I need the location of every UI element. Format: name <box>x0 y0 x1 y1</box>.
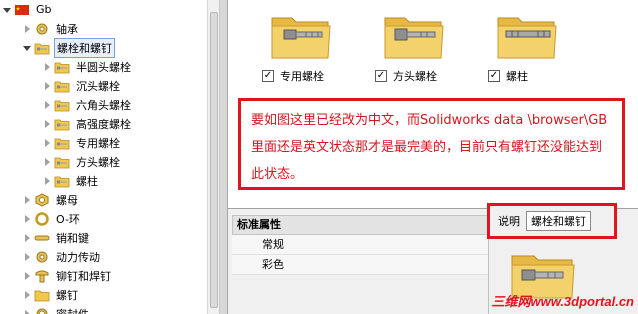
chevron-right-icon[interactable] <box>22 24 32 34</box>
tree-item[interactable]: 铆钉和焊钉 <box>22 266 113 285</box>
folder-bolt-icon <box>54 176 70 187</box>
chevron-right-icon[interactable] <box>42 157 52 167</box>
chevron-right-icon[interactable] <box>22 309 32 314</box>
tree-scrollbar[interactable] <box>207 0 220 314</box>
chevron-down-icon[interactable] <box>2 5 12 15</box>
china-flag-icon <box>15 4 29 15</box>
scrollbar-thumb[interactable] <box>210 12 218 308</box>
library-tree: Gb 轴承 螺栓和螺钉半圆头螺栓沉头螺栓六角头螺栓高强度螺栓专用螺栓方头螺栓螺柱螺… <box>0 0 207 314</box>
folder-bolt-icon <box>271 17 331 59</box>
folder-bolt-icon <box>54 157 70 168</box>
tree-item[interactable]: 螺柱 <box>42 171 100 190</box>
property-label: 彩色 <box>262 258 284 271</box>
tree-item[interactable]: 动力传动 <box>22 247 102 266</box>
tree-item[interactable]: 销和键 <box>22 228 91 247</box>
tree-item[interactable]: 螺钉 <box>22 285 80 304</box>
tile-label: 方头螺栓 <box>393 70 437 83</box>
watermark: 三维网www.3dportal.cn <box>491 294 634 309</box>
chevron-right-icon[interactable] <box>22 214 32 224</box>
tree-item[interactable]: 半圆头螺栓 <box>42 57 133 76</box>
property-row-color[interactable]: 彩色 <box>232 255 488 275</box>
tree-item-label: 专用螺栓 <box>76 136 120 150</box>
tree-root-gb[interactable]: Gb <box>2 0 54 19</box>
folder-bolt-icon <box>384 17 444 59</box>
pin-icon <box>34 235 50 240</box>
tree-item[interactable]: 六角头螺栓 <box>42 95 133 114</box>
properties-header: 标准属性 <box>232 215 488 235</box>
tree-item[interactable]: 方头螺栓 <box>42 152 122 171</box>
seal-icon <box>36 308 48 314</box>
property-label: 常规 <box>262 238 284 251</box>
tree-item-label: 轴承 <box>56 22 78 36</box>
chevron-right-icon[interactable] <box>42 62 52 72</box>
checkmark-icon[interactable]: ✓ <box>488 70 500 82</box>
chevron-right-icon[interactable] <box>42 138 52 148</box>
description-highlight: 说明 螺栓和螺钉 <box>487 203 617 239</box>
tree-item[interactable]: O-环 <box>22 209 82 228</box>
description-value: 螺栓和螺钉 <box>526 211 591 231</box>
description-label: 说明 <box>498 215 520 228</box>
tree-item-label: O-环 <box>56 212 80 226</box>
checkmark-icon[interactable]: ✓ <box>375 70 387 82</box>
tree-item-label: 螺钉 <box>56 288 78 302</box>
tree-item[interactable]: 轴承 <box>22 19 80 38</box>
tile-checkbox[interactable]: ✓ 方头螺栓 <box>375 68 437 84</box>
checkmark-icon[interactable]: ✓ <box>262 70 274 82</box>
folder-bolt-icon <box>54 138 70 149</box>
annotation-note: 要如图这里已经改为中文，而Solidworks data \browser\GB… <box>238 98 625 190</box>
tree-item-label: 方头螺栓 <box>76 155 120 169</box>
tree-item-label: 螺栓和螺钉 <box>54 37 115 58</box>
tree-item[interactable]: 密封件 <box>22 304 91 314</box>
folder-bolt-icon <box>54 81 70 92</box>
chevron-right-icon[interactable] <box>42 176 52 186</box>
property-row-general[interactable]: 常规 <box>232 235 488 255</box>
tree-item-label: 六角头螺栓 <box>76 98 131 112</box>
tree-root-label: Gb <box>36 3 52 16</box>
chevron-down-icon[interactable] <box>22 43 32 53</box>
chevron-right-icon[interactable] <box>22 271 32 281</box>
folder-bolt-icon <box>34 43 50 54</box>
tile-checkbox[interactable]: ✓ 螺柱 <box>488 68 528 84</box>
tree-item-label: 动力传动 <box>56 250 100 264</box>
tree-item[interactable]: 螺栓和螺钉 <box>22 37 115 58</box>
chevron-right-icon[interactable] <box>22 195 32 205</box>
folder-bolt-icon <box>54 119 70 130</box>
tree-item-label: 高强度螺栓 <box>76 117 131 131</box>
folder-bolt-icon <box>54 100 70 111</box>
chevron-right-icon[interactable] <box>22 252 32 262</box>
tile-label: 螺柱 <box>506 70 528 83</box>
folder-bolt-icon <box>54 62 70 73</box>
chevron-right-icon[interactable] <box>22 233 32 243</box>
tree-item-label: 沉头螺栓 <box>76 79 120 93</box>
panel-splitter[interactable] <box>220 0 228 314</box>
tile-checkbox[interactable]: ✓ 专用螺栓 <box>262 68 324 84</box>
chevron-right-icon[interactable] <box>42 119 52 129</box>
tree-item-label: 铆钉和焊钉 <box>56 269 111 283</box>
chevron-right-icon[interactable] <box>42 100 52 110</box>
nut-icon <box>35 192 49 207</box>
folder-icon <box>34 290 50 301</box>
tree-item[interactable]: 螺母 <box>22 190 80 209</box>
tree-item-label: 螺母 <box>56 193 78 207</box>
tree-item[interactable]: 沉头螺栓 <box>42 76 122 95</box>
chevron-right-icon[interactable] <box>22 290 32 300</box>
tree-item-label: 螺柱 <box>76 174 98 188</box>
tree-item-label: 密封件 <box>56 307 89 314</box>
rivet-icon <box>35 270 49 282</box>
annotation-text: 要如图这里已经改为中文，而Solidworks data \browser\GB… <box>251 113 608 182</box>
o-ring-icon <box>35 211 49 226</box>
tree-item[interactable]: 高强度螺栓 <box>42 114 133 133</box>
folder-stud-icon <box>497 17 557 59</box>
gear-icon <box>36 23 48 34</box>
tree-item-label: 销和键 <box>56 231 89 245</box>
chevron-right-icon[interactable] <box>42 81 52 91</box>
tile-label: 专用螺栓 <box>280 70 324 83</box>
gear-icon <box>36 251 48 262</box>
tree-item[interactable]: 专用螺栓 <box>42 133 122 152</box>
tree-item-label: 半圆头螺栓 <box>76 60 131 74</box>
